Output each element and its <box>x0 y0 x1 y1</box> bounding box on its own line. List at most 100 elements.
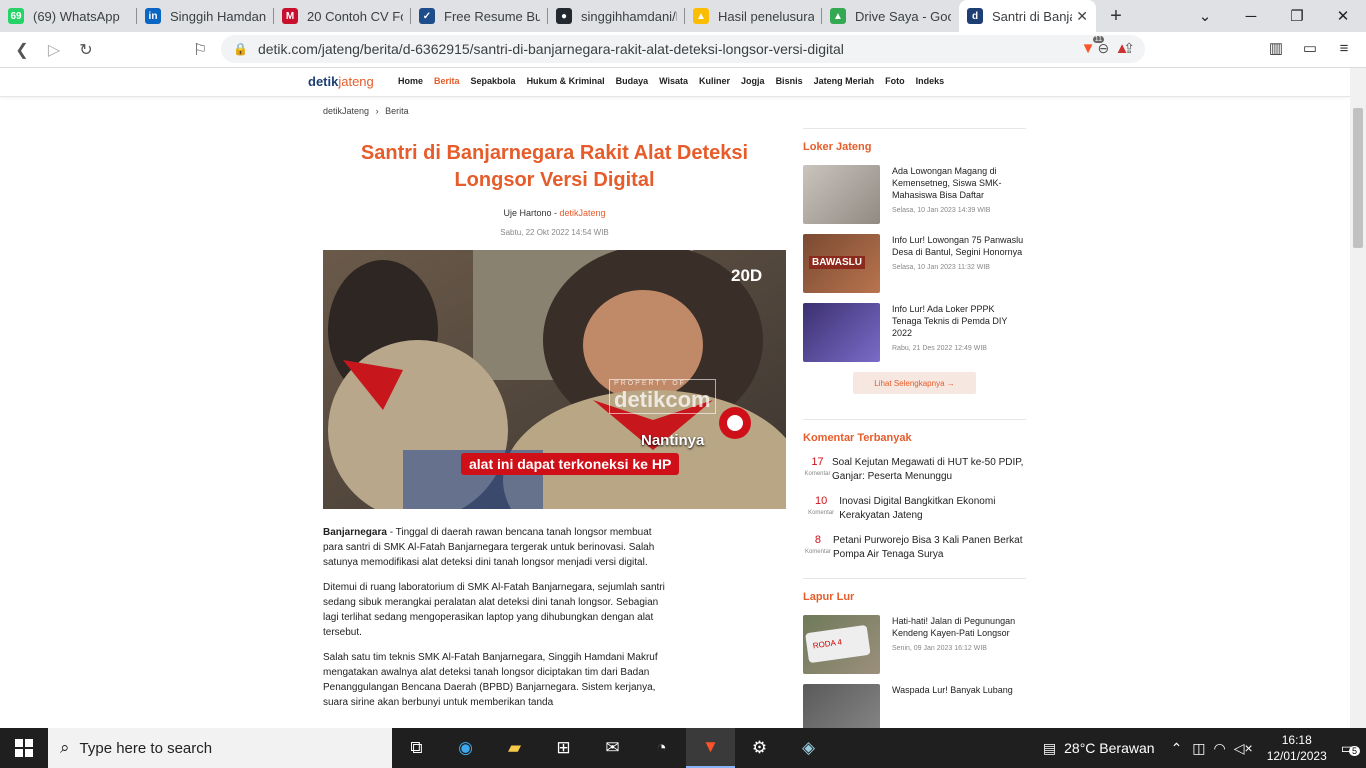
browser-tab[interactable]: ▲ Hasil penelusuran <box>685 0 822 32</box>
clock[interactable]: 16:18 12/01/2023 <box>1267 732 1327 764</box>
browser-tab[interactable]: d Santri di Banja ✕ <box>959 0 1096 32</box>
menu-item[interactable]: Budaya <box>616 76 649 86</box>
browser-tab[interactable]: ✓ Free Resume Build <box>411 0 548 32</box>
wifi-icon[interactable]: ◠ <box>1214 740 1226 757</box>
browser-tab[interactable]: ● singgihhamdani/P <box>548 0 685 32</box>
browser-tab[interactable]: M 20 Contoh CV Form <box>274 0 411 32</box>
article-thumbnail[interactable] <box>803 684 880 728</box>
address-bar[interactable]: 🔒 detik.com/jateng/berita/d-6362915/sant… <box>221 35 1145 63</box>
komentar-item[interactable]: 17 Komentar Soal Kejutan Megawati di HUT k… <box>803 456 1026 484</box>
menu-item[interactable]: Foto <box>885 76 905 86</box>
brave-icon[interactable]: ▼ <box>686 728 735 768</box>
close-window-button[interactable]: ✕ <box>1320 0 1366 32</box>
photos-icon[interactable]: ◔ <box>637 728 686 768</box>
video-caption-2: alat ini dapat terkoneksi ke HP <box>461 453 680 475</box>
komentar-title[interactable]: Inovasi Digital Bangkitkan Ekonomi Kerak… <box>839 495 1026 523</box>
paragraph: Ditemui di ruang laboratorium di SMK Al-… <box>323 582 665 638</box>
article-thumbnail[interactable]: RODA 4 <box>803 615 880 674</box>
chevron-up-icon[interactable]: ⌃ <box>1171 740 1183 757</box>
menu-item[interactable]: Hukum & Kriminal <box>527 76 605 86</box>
loker-title[interactable]: Ada Lowongan Magang di Kemensetneg, Sisw… <box>892 165 1026 201</box>
lapur-item[interactable]: Waspada Lur! Banyak Lubang <box>803 684 1026 728</box>
brave-rewards-icon[interactable]: ▲ <box>1110 36 1134 60</box>
menu-item[interactable]: Home <box>398 76 423 86</box>
wallet-icon[interactable]: ▭ <box>1298 36 1322 60</box>
menu-item[interactable]: Jogja <box>741 76 765 86</box>
breadcrumb-item[interactable]: Berita <box>385 106 409 116</box>
brave-shield-icon[interactable]: ▼ 11 <box>1076 36 1104 60</box>
tab-search-icon[interactable]: ⌄ <box>1182 0 1228 32</box>
menu-item[interactable]: Jateng Meriah <box>814 76 875 86</box>
watermark-top: PROPERTY OF <box>614 380 686 387</box>
menu-item[interactable]: Bisnis <box>776 76 803 86</box>
komentar-title[interactable]: Petani Purworejo Bisa 3 Kali Panen Berka… <box>833 534 1026 562</box>
menu-item[interactable]: Kuliner <box>699 76 730 86</box>
network-icon[interactable]: ◫ <box>1192 740 1205 757</box>
weather-icon[interactable]: ▤ <box>1043 740 1056 757</box>
task-view-icon[interactable]: ⧉ <box>392 728 441 768</box>
sidebar-icon[interactable]: ▥ <box>1264 36 1288 60</box>
watermark: PROPERTY OF detikcom <box>609 379 716 414</box>
windows-start-icon[interactable] <box>0 728 48 768</box>
new-tab-button[interactable]: + <box>1096 0 1136 32</box>
komentar-title[interactable]: Soal Kejutan Megawati di HUT ke-50 PDIP,… <box>832 456 1026 484</box>
komentar-item[interactable]: 8 Komentar Petani Purworejo Bisa 3 Kali Pa… <box>803 534 1026 562</box>
loker-title[interactable]: Info Lur! Ada Loker PPPK Tenaga Teknis d… <box>892 303 1026 339</box>
article-thumbnail[interactable]: BAWASLU <box>803 234 880 293</box>
see-more-button[interactable]: Lihat Selengkapnya → <box>853 372 976 394</box>
article-video[interactable]: 20D PROPERTY OF detikcom Nantinya alat in… <box>323 250 786 509</box>
close-tab-icon[interactable]: ✕ <box>1076 8 1088 25</box>
loker-item[interactable]: Ada Lowongan Magang di Kemensetneg, Sisw… <box>803 165 1026 224</box>
weather-text[interactable]: 28°C Berawan <box>1064 740 1154 756</box>
loker-date: Selasa, 10 Jan 2023 14:39 WIB <box>892 207 991 214</box>
bookmark-icon[interactable]: ⚐ <box>184 34 216 66</box>
detik-logo[interactable]: detikjateng <box>308 74 374 89</box>
logo-sub: jateng <box>338 74 374 89</box>
lapur-item[interactable]: RODA 4 Hati-hati! Jalan di Pegunungan Ken… <box>803 615 1026 674</box>
volume-icon[interactable]: ◁× <box>1234 740 1253 757</box>
store-icon[interactable]: ⊞ <box>539 728 588 768</box>
loker-text: Info Lur! Lowongan 75 Panwaslu Desa di B… <box>892 234 1026 293</box>
loker-item[interactable]: Info Lur! Ada Loker PPPK Tenaga Teknis d… <box>803 303 1026 362</box>
browser-actions: ▼ 11 ▲ ▥ ▭ ≡ <box>1076 36 1356 60</box>
restore-button[interactable]: ❐ <box>1274 0 1320 32</box>
github-icon: ● <box>556 8 572 24</box>
browser-tab[interactable]: in Singgih Hamdani M <box>137 0 274 32</box>
loker-item[interactable]: BAWASLU Info Lur! Lowongan 75 Panwaslu De… <box>803 234 1026 293</box>
forward-button[interactable]: ▷ <box>38 34 70 66</box>
lapur-title[interactable]: Hati-hati! Jalan di Pegunungan Kendeng K… <box>892 615 1026 639</box>
breadcrumb-item[interactable]: detikJateng <box>323 106 369 116</box>
notes-icon[interactable]: ◈ <box>784 728 833 768</box>
lapur-title[interactable]: Waspada Lur! Banyak Lubang <box>892 684 1013 696</box>
comment-count-unit: Komentar <box>808 510 835 516</box>
notification-icon[interactable]: ▭ 5 <box>1341 740 1360 757</box>
author-source[interactable]: detikJateng <box>559 208 605 218</box>
minimize-button[interactable]: ─ <box>1228 0 1274 32</box>
loker-title[interactable]: Info Lur! Lowongan 75 Panwaslu Desa di B… <box>892 234 1026 258</box>
loker-heading: Loker Jateng <box>803 141 872 153</box>
article-thumbnail[interactable] <box>803 303 880 362</box>
article-author: Uje Hartono - detikJateng <box>503 208 606 218</box>
komentar-item[interactable]: 10 Komentar Inovasi Digital Bangkitkan Eko… <box>803 495 1026 523</box>
taskbar-search[interactable]: ⌕ Type here to search <box>48 728 392 768</box>
menu-item[interactable]: Indeks <box>916 76 945 86</box>
browser-tab[interactable]: ▲ Drive Saya - Googl <box>822 0 959 32</box>
scrollbar[interactable] <box>1350 68 1366 728</box>
windows-taskbar: ⌕ Type here to search ⧉ ◉ ▰ ⊞ ✉ ◔ ▼ ⚙ ◈ … <box>0 728 1366 768</box>
loker-text: Ada Lowongan Magang di Kemensetneg, Sisw… <box>892 165 1026 224</box>
browser-tab[interactable]: 69 (69) WhatsApp <box>0 0 137 32</box>
komentar-heading: Komentar Terbanyak <box>803 432 912 444</box>
site-nav: detikjateng Home Berita Sepakbola Hukum & K… <box>0 68 1350 97</box>
edge-icon[interactable]: ◉ <box>441 728 490 768</box>
logo-main: detik <box>308 74 339 89</box>
back-button[interactable]: ❮ <box>6 34 38 66</box>
menu-item[interactable]: Wisata <box>659 76 688 86</box>
menu-item[interactable]: Berita <box>434 76 460 86</box>
menu-icon[interactable]: ≡ <box>1332 36 1356 60</box>
mail-icon[interactable]: ✉ <box>588 728 637 768</box>
file-explorer-icon[interactable]: ▰ <box>490 728 539 768</box>
article-thumbnail[interactable] <box>803 165 880 224</box>
reload-button[interactable]: ↻ <box>70 34 102 66</box>
menu-item[interactable]: Sepakbola <box>471 76 516 86</box>
settings-icon[interactable]: ⚙ <box>735 728 784 768</box>
